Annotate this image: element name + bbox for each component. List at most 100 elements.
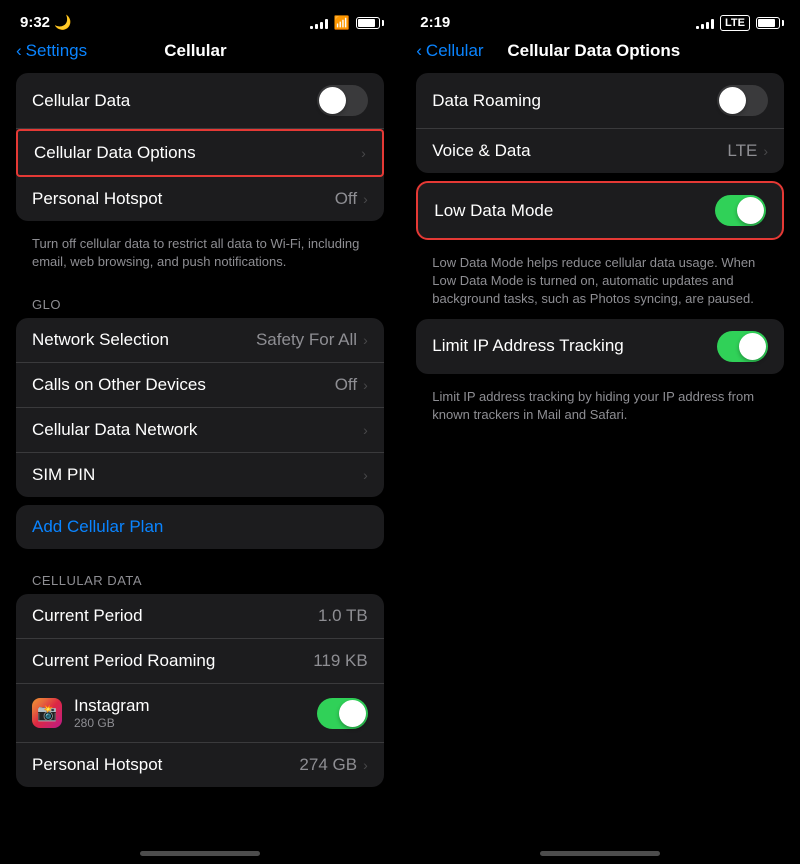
cellular-data-section-label: CELLULAR DATA xyxy=(0,557,400,594)
personal-hotspot-row[interactable]: Personal Hotspot Off › xyxy=(16,177,384,221)
bar4 xyxy=(325,19,328,29)
cellular-data-label: Cellular Data xyxy=(32,91,130,111)
left-back-button[interactable]: ‹ Settings xyxy=(16,41,87,61)
calls-other-value: Off xyxy=(335,375,357,395)
current-period-roaming-value: 119 KB xyxy=(313,651,368,671)
limit-ip-toggle[interactable] xyxy=(717,331,768,362)
personal-hotspot-stats-row[interactable]: Personal Hotspot 274 GB › xyxy=(16,743,384,787)
cellular-data-options-label: Cellular Data Options xyxy=(34,143,196,163)
current-period-roaming-row[interactable]: Current Period Roaming 119 KB xyxy=(16,639,384,684)
limit-ip-label: Limit IP Address Tracking xyxy=(432,336,624,356)
right-back-chevron-icon: ‹ xyxy=(416,41,422,61)
low-data-mode-row[interactable]: Low Data Mode xyxy=(418,183,782,238)
left-settings-content: Cellular Data Cellular Data Options › Pe… xyxy=(0,73,400,845)
data-roaming-label: Data Roaming xyxy=(432,91,541,111)
personal-hotspot-chevron: › xyxy=(363,191,368,207)
right-bar4 xyxy=(711,19,714,29)
cellular-data-network-chevron: › xyxy=(363,422,368,438)
data-roaming-toggle[interactable] xyxy=(717,85,768,116)
left-nav-bar: ‹ Settings Cellular xyxy=(0,37,400,73)
left-nav-title: Cellular xyxy=(164,41,226,61)
instagram-name: Instagram xyxy=(74,696,150,716)
right-group-1: Data Roaming Voice & Data LTE › xyxy=(416,73,784,173)
current-period-roaming-label: Current Period Roaming xyxy=(32,651,215,671)
right-bar3 xyxy=(706,22,709,29)
bar1 xyxy=(310,26,313,29)
network-selection-right: Safety For All › xyxy=(256,330,368,350)
battery-icon xyxy=(356,17,380,29)
add-plan-group: Add Cellular Plan xyxy=(16,505,384,549)
cellular-data-network-row[interactable]: Cellular Data Network › xyxy=(16,408,384,453)
right-status-left: 2:19 xyxy=(420,14,450,31)
right-status-bar: 2:19 LTE xyxy=(400,0,800,37)
back-chevron-icon: ‹ xyxy=(16,41,22,61)
cellular-data-toggle-knob xyxy=(319,87,346,114)
glo-section-label: GLO xyxy=(0,281,400,318)
cellular-data-options-row[interactable]: Cellular Data Options › xyxy=(16,129,384,177)
left-panel: 9:32 🌙 📶 ‹ Settings Cellular xyxy=(0,0,400,864)
voice-data-chevron: › xyxy=(763,143,768,159)
low-data-mode-toggle[interactable] xyxy=(715,195,766,226)
low-data-mode-toggle-knob xyxy=(737,197,764,224)
right-nav-bar: ‹ Cellular Cellular Data Options xyxy=(400,37,800,73)
calls-other-right: Off › xyxy=(335,375,368,395)
limit-ip-desc: Limit IP address tracking by hiding your… xyxy=(416,382,784,434)
instagram-info: Instagram 280 GB xyxy=(74,696,150,730)
calls-other-label: Calls on Other Devices xyxy=(32,375,206,395)
calls-other-chevron: › xyxy=(363,377,368,393)
personal-hotspot-stats-right: 274 GB › xyxy=(299,755,367,775)
right-panel: 2:19 LTE ‹ Cellular Cellular Data Option… xyxy=(400,0,800,864)
sim-pin-label: SIM PIN xyxy=(32,465,95,485)
right-home-indicator xyxy=(540,851,660,856)
right-bar1 xyxy=(696,26,699,29)
voice-data-right: LTE › xyxy=(727,141,768,161)
calls-other-row[interactable]: Calls on Other Devices Off › xyxy=(16,363,384,408)
voice-data-row[interactable]: Voice & Data LTE › xyxy=(416,129,784,173)
current-period-row[interactable]: Current Period 1.0 TB xyxy=(16,594,384,639)
instagram-icon: 📸 xyxy=(32,698,62,728)
left-group-1: Cellular Data Cellular Data Options › Pe… xyxy=(16,73,384,221)
left-status-left: 9:32 🌙 xyxy=(20,14,71,31)
instagram-toggle-knob xyxy=(339,700,366,727)
right-back-button[interactable]: ‹ Cellular xyxy=(416,41,483,61)
left-group-stats: Current Period 1.0 TB Current Period Roa… xyxy=(16,594,384,787)
bar3 xyxy=(320,22,323,29)
limit-ip-row[interactable]: Limit IP Address Tracking xyxy=(416,319,784,374)
low-data-desc: Low Data Mode helps reduce cellular data… xyxy=(416,248,784,319)
right-group-2: Limit IP Address Tracking xyxy=(416,319,784,374)
right-bar2 xyxy=(701,24,704,29)
personal-hotspot-label: Personal Hotspot xyxy=(32,189,162,209)
battery-fill xyxy=(358,19,375,27)
personal-hotspot-value: Off xyxy=(335,189,357,209)
right-time: 2:19 xyxy=(420,14,450,31)
network-selection-value: Safety For All xyxy=(256,330,357,350)
right-settings-content: Data Roaming Voice & Data LTE › Low Data… xyxy=(400,73,800,845)
network-selection-chevron: › xyxy=(363,332,368,348)
limit-ip-toggle-knob xyxy=(739,333,766,360)
data-roaming-row[interactable]: Data Roaming xyxy=(416,73,784,129)
left-home-indicator xyxy=(140,851,260,856)
right-nav-title: Cellular Data Options xyxy=(507,41,680,61)
moon-icon: 🌙 xyxy=(54,14,71,31)
current-period-label: Current Period xyxy=(32,606,143,626)
add-plan-row[interactable]: Add Cellular Plan xyxy=(16,505,384,549)
lte-badge: LTE xyxy=(720,15,750,31)
personal-hotspot-stats-label: Personal Hotspot xyxy=(32,755,162,775)
instagram-toggle[interactable] xyxy=(317,698,368,729)
network-selection-label: Network Selection xyxy=(32,330,169,350)
low-data-mode-label: Low Data Mode xyxy=(434,201,553,221)
network-selection-row[interactable]: Network Selection Safety For All › xyxy=(16,318,384,363)
sim-pin-row[interactable]: SIM PIN › xyxy=(16,453,384,497)
sim-pin-chevron: › xyxy=(363,467,368,483)
current-period-value: 1.0 TB xyxy=(318,606,368,626)
cellular-data-toggle[interactable] xyxy=(317,85,368,116)
left-time: 9:32 xyxy=(20,14,50,31)
add-plan-label: Add Cellular Plan xyxy=(32,517,163,537)
cellular-data-options-chevron: › xyxy=(361,145,366,161)
instagram-row[interactable]: 📸 Instagram 280 GB xyxy=(16,684,384,743)
right-signal-bars-icon xyxy=(696,17,714,29)
cellular-data-row[interactable]: Cellular Data xyxy=(16,73,384,129)
left-back-label: Settings xyxy=(26,41,87,61)
left-group-glo: Network Selection Safety For All › Calls… xyxy=(16,318,384,497)
bar2 xyxy=(315,24,318,29)
